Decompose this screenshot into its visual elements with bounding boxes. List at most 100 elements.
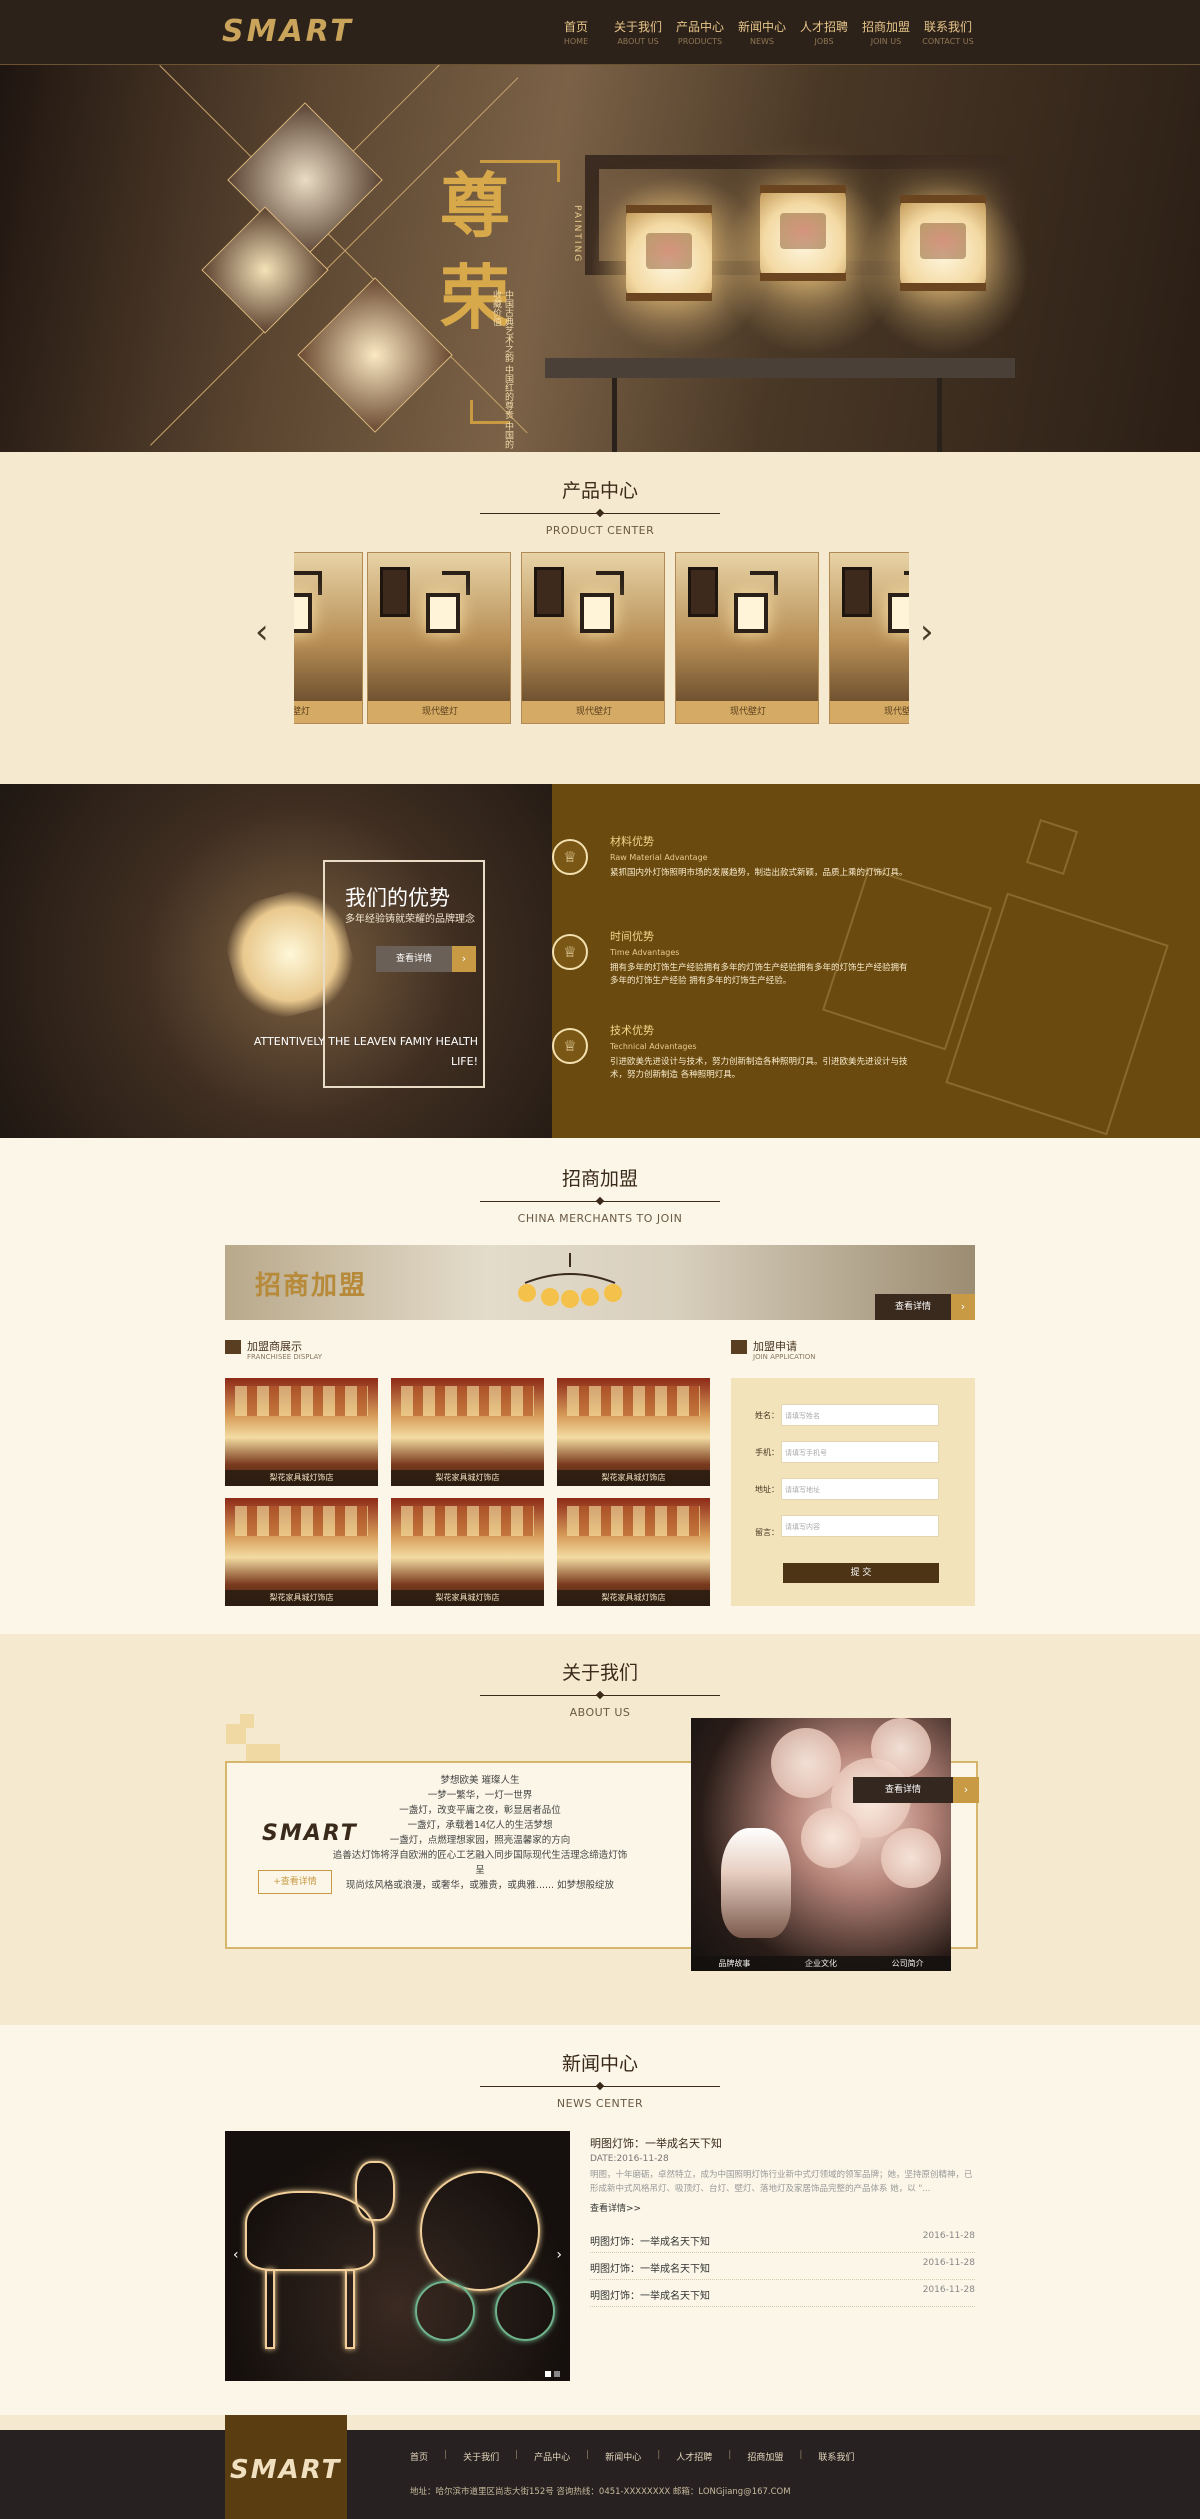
chevron-left-icon[interactable]: ‹ xyxy=(233,2247,239,2263)
featured-news-more[interactable]: 查看详情>> xyxy=(590,2201,641,2214)
lamp-bracket xyxy=(750,571,778,595)
footer-nav: 首页 | 关于我们 | 产品中心 | 新闻中心 | 人才招聘 | 招商加盟 | 联系我们 xyxy=(410,2450,870,2463)
lantern-icon xyxy=(294,593,312,633)
product-card[interactable]: 现代壁灯 xyxy=(829,552,909,724)
light-horse-leg xyxy=(345,2269,355,2349)
table-legs xyxy=(612,378,942,452)
nav-item-contact[interactable]: 联系我们 CONTACT US xyxy=(917,18,979,46)
nav-label-en: HOME xyxy=(563,37,589,46)
subheading-cn: 加盟申请 xyxy=(753,1340,797,1353)
ceiling-lights xyxy=(235,1506,368,1536)
news-row[interactable]: 明图灯饰：一举成名天下知 2016-11-28 xyxy=(590,2281,975,2307)
message-field[interactable]: 请填写内容 xyxy=(781,1515,939,1537)
nav-label-en: JOBS xyxy=(814,37,834,46)
join-banner-button[interactable]: 查看详情 › xyxy=(875,1294,975,1320)
chevron-right-icon[interactable]: › xyxy=(920,612,934,652)
footer-link-contact[interactable]: 联系我们 xyxy=(818,2450,854,2463)
product-card[interactable]: 现代壁灯 xyxy=(675,552,819,724)
franchisee-card[interactable]: 梨花家具城灯饰店 xyxy=(225,1498,378,1606)
lamp-frame xyxy=(585,155,1015,169)
advantages-detail-button[interactable]: 查看详情 › xyxy=(376,946,476,972)
nav-item-news[interactable]: 新闻中心 NEWS xyxy=(731,18,793,46)
news-title: 明图灯饰：一举成名天下知 xyxy=(590,2264,710,2275)
franchisee-card[interactable]: 梨花家具城灯饰店 xyxy=(391,1378,544,1486)
lamp-pattern xyxy=(780,213,826,249)
product-artwork xyxy=(842,567,872,617)
news-title: 明图灯饰：一举成名天下知 xyxy=(590,2291,710,2302)
footer-link-jobs[interactable]: 人才招聘 xyxy=(676,2450,712,2463)
footer-link-join[interactable]: 招商加盟 xyxy=(747,2450,783,2463)
advantage-desc: 引进欧美先进设计与技术，努力创新制造各种照明灯具。引进欧美先进设计与技术，努力创… xyxy=(610,1057,908,1080)
franchisee-caption: 梨花家具城灯饰店 xyxy=(225,1470,378,1486)
lamp-bracket xyxy=(442,571,470,595)
chandelier-petal xyxy=(771,1728,841,1798)
footer-logo[interactable]: SMART xyxy=(230,2455,341,2485)
nav-item-jobs[interactable]: 人才招聘 JOBS xyxy=(793,18,855,46)
section-title-cn: 招商加盟 xyxy=(561,1168,638,1190)
page: SMART 首页 HOME 关于我们 ABOUT US 产品中心 PRODUCTS 新… xyxy=(0,0,1200,2519)
featured-news-date: DATE:2016-11-28 xyxy=(590,2154,669,2164)
button-label: 查看详情 xyxy=(884,1785,921,1795)
footer-link-news[interactable]: 新闻中心 xyxy=(605,2450,641,2463)
ceiling-lights xyxy=(567,1506,700,1536)
news-image-slider: ‹ › xyxy=(225,2131,570,2381)
franchisee-card[interactable]: 梨花家具城灯饰店 xyxy=(391,1498,544,1606)
product-card[interactable]: 现代壁灯 xyxy=(367,552,511,724)
title-divider xyxy=(480,1201,720,1202)
footer-link-home[interactable]: 首页 xyxy=(410,2450,428,2463)
slider-dot[interactable] xyxy=(554,2371,560,2377)
nav-item-home[interactable]: 首页 HOME xyxy=(545,18,607,46)
about-line: 一梦一繁华，一灯一世界 xyxy=(427,1790,533,1801)
chandelier-petal xyxy=(871,1718,931,1778)
advantage-desc: 拥有多年的灯饰生产经验拥有多年的灯饰生产经验拥有多年的灯饰生产经验拥有多年的灯饰… xyxy=(610,963,908,986)
franchisee-card[interactable]: 梨花家具城灯饰店 xyxy=(557,1378,710,1486)
product-card[interactable]: 现代壁灯 xyxy=(294,552,363,724)
title-divider xyxy=(480,513,720,514)
chevron-left-icon[interactable]: ‹ xyxy=(255,612,269,652)
nav-label: 首页 xyxy=(563,20,588,34)
footer-link-products[interactable]: 产品中心 xyxy=(534,2450,570,2463)
advantage-text: 材料优势 Raw Material Advantage 紧抓国内外灯饰照明市场的… xyxy=(610,833,910,880)
section-title-cn: 产品中心 xyxy=(561,480,638,502)
arrow-right-icon: › xyxy=(951,1294,975,1320)
nav-item-join[interactable]: 招商加盟 JOIN US xyxy=(855,18,917,46)
about-detail-button[interactable]: 查看详情 › xyxy=(853,1777,979,1803)
product-artwork xyxy=(534,567,564,617)
button-label: 查看详情 xyxy=(395,954,432,964)
about-line: 一盏灯，点燃理想家园，照亮温馨家的方向 xyxy=(389,1835,571,1846)
address-field[interactable]: 请填写地址 xyxy=(781,1478,939,1500)
franchisee-card[interactable]: 梨花家具城灯饰店 xyxy=(225,1378,378,1486)
pendant-lamp xyxy=(900,195,986,291)
logo[interactable]: SMART xyxy=(222,14,354,49)
product-caption: 现代壁灯 xyxy=(522,701,664,723)
nav-item-about[interactable]: 关于我们 ABOUT US xyxy=(607,18,669,46)
lamp-bracket xyxy=(294,571,322,595)
franchisee-card[interactable]: 梨花家具城灯饰店 xyxy=(557,1498,710,1606)
name-field[interactable]: 请填写姓名 xyxy=(781,1404,939,1426)
news-section: 新闻中心 NEWS CENTER ‹ › 明图灯饰：一举成名天下知 DATE:2… xyxy=(0,2025,1200,2415)
submit-button[interactable]: 提 交 xyxy=(783,1563,939,1583)
footer-separator: | xyxy=(586,2450,590,2460)
ceiling-lights xyxy=(567,1386,700,1416)
nav-item-products[interactable]: 产品中心 PRODUCTS xyxy=(669,18,731,46)
product-card[interactable]: 现代壁灯 xyxy=(521,552,665,724)
tab-culture[interactable]: 企业文化 xyxy=(778,1956,865,1971)
featured-news-title[interactable]: 明图灯饰：一举成名天下知 xyxy=(590,2135,722,2151)
news-row[interactable]: 明图灯饰：一举成名天下知 2016-11-28 xyxy=(590,2227,975,2253)
product-artwork xyxy=(380,567,410,617)
lamp-band xyxy=(760,273,846,281)
tab-profile[interactable]: 公司简介 xyxy=(864,1956,951,1971)
title-divider xyxy=(480,2086,720,2087)
phone-field[interactable]: 请填写手机号 xyxy=(781,1441,939,1463)
slider-dot[interactable] xyxy=(545,2371,551,2377)
product-image xyxy=(830,553,909,703)
chevron-right-icon[interactable]: › xyxy=(556,2247,562,2263)
nav-label: 人才招聘 xyxy=(799,20,848,34)
product-caption: 现代壁灯 xyxy=(294,701,362,723)
products-section: 产品中心 PRODUCT CENTER ‹ › 现代壁灯 现代壁灯 现代壁灯 现… xyxy=(0,452,1200,784)
about-more-link[interactable]: +查看详情 xyxy=(258,1870,332,1894)
news-row[interactable]: 明图灯饰：一举成名天下知 2016-11-28 xyxy=(590,2254,975,2280)
footer-link-about[interactable]: 关于我们 xyxy=(463,2450,499,2463)
tab-brand-story[interactable]: 品牌故事 xyxy=(691,1956,778,1971)
main-nav: 首页 HOME 关于我们 ABOUT US 产品中心 PRODUCTS 新闻中心 NEW… xyxy=(545,18,979,46)
